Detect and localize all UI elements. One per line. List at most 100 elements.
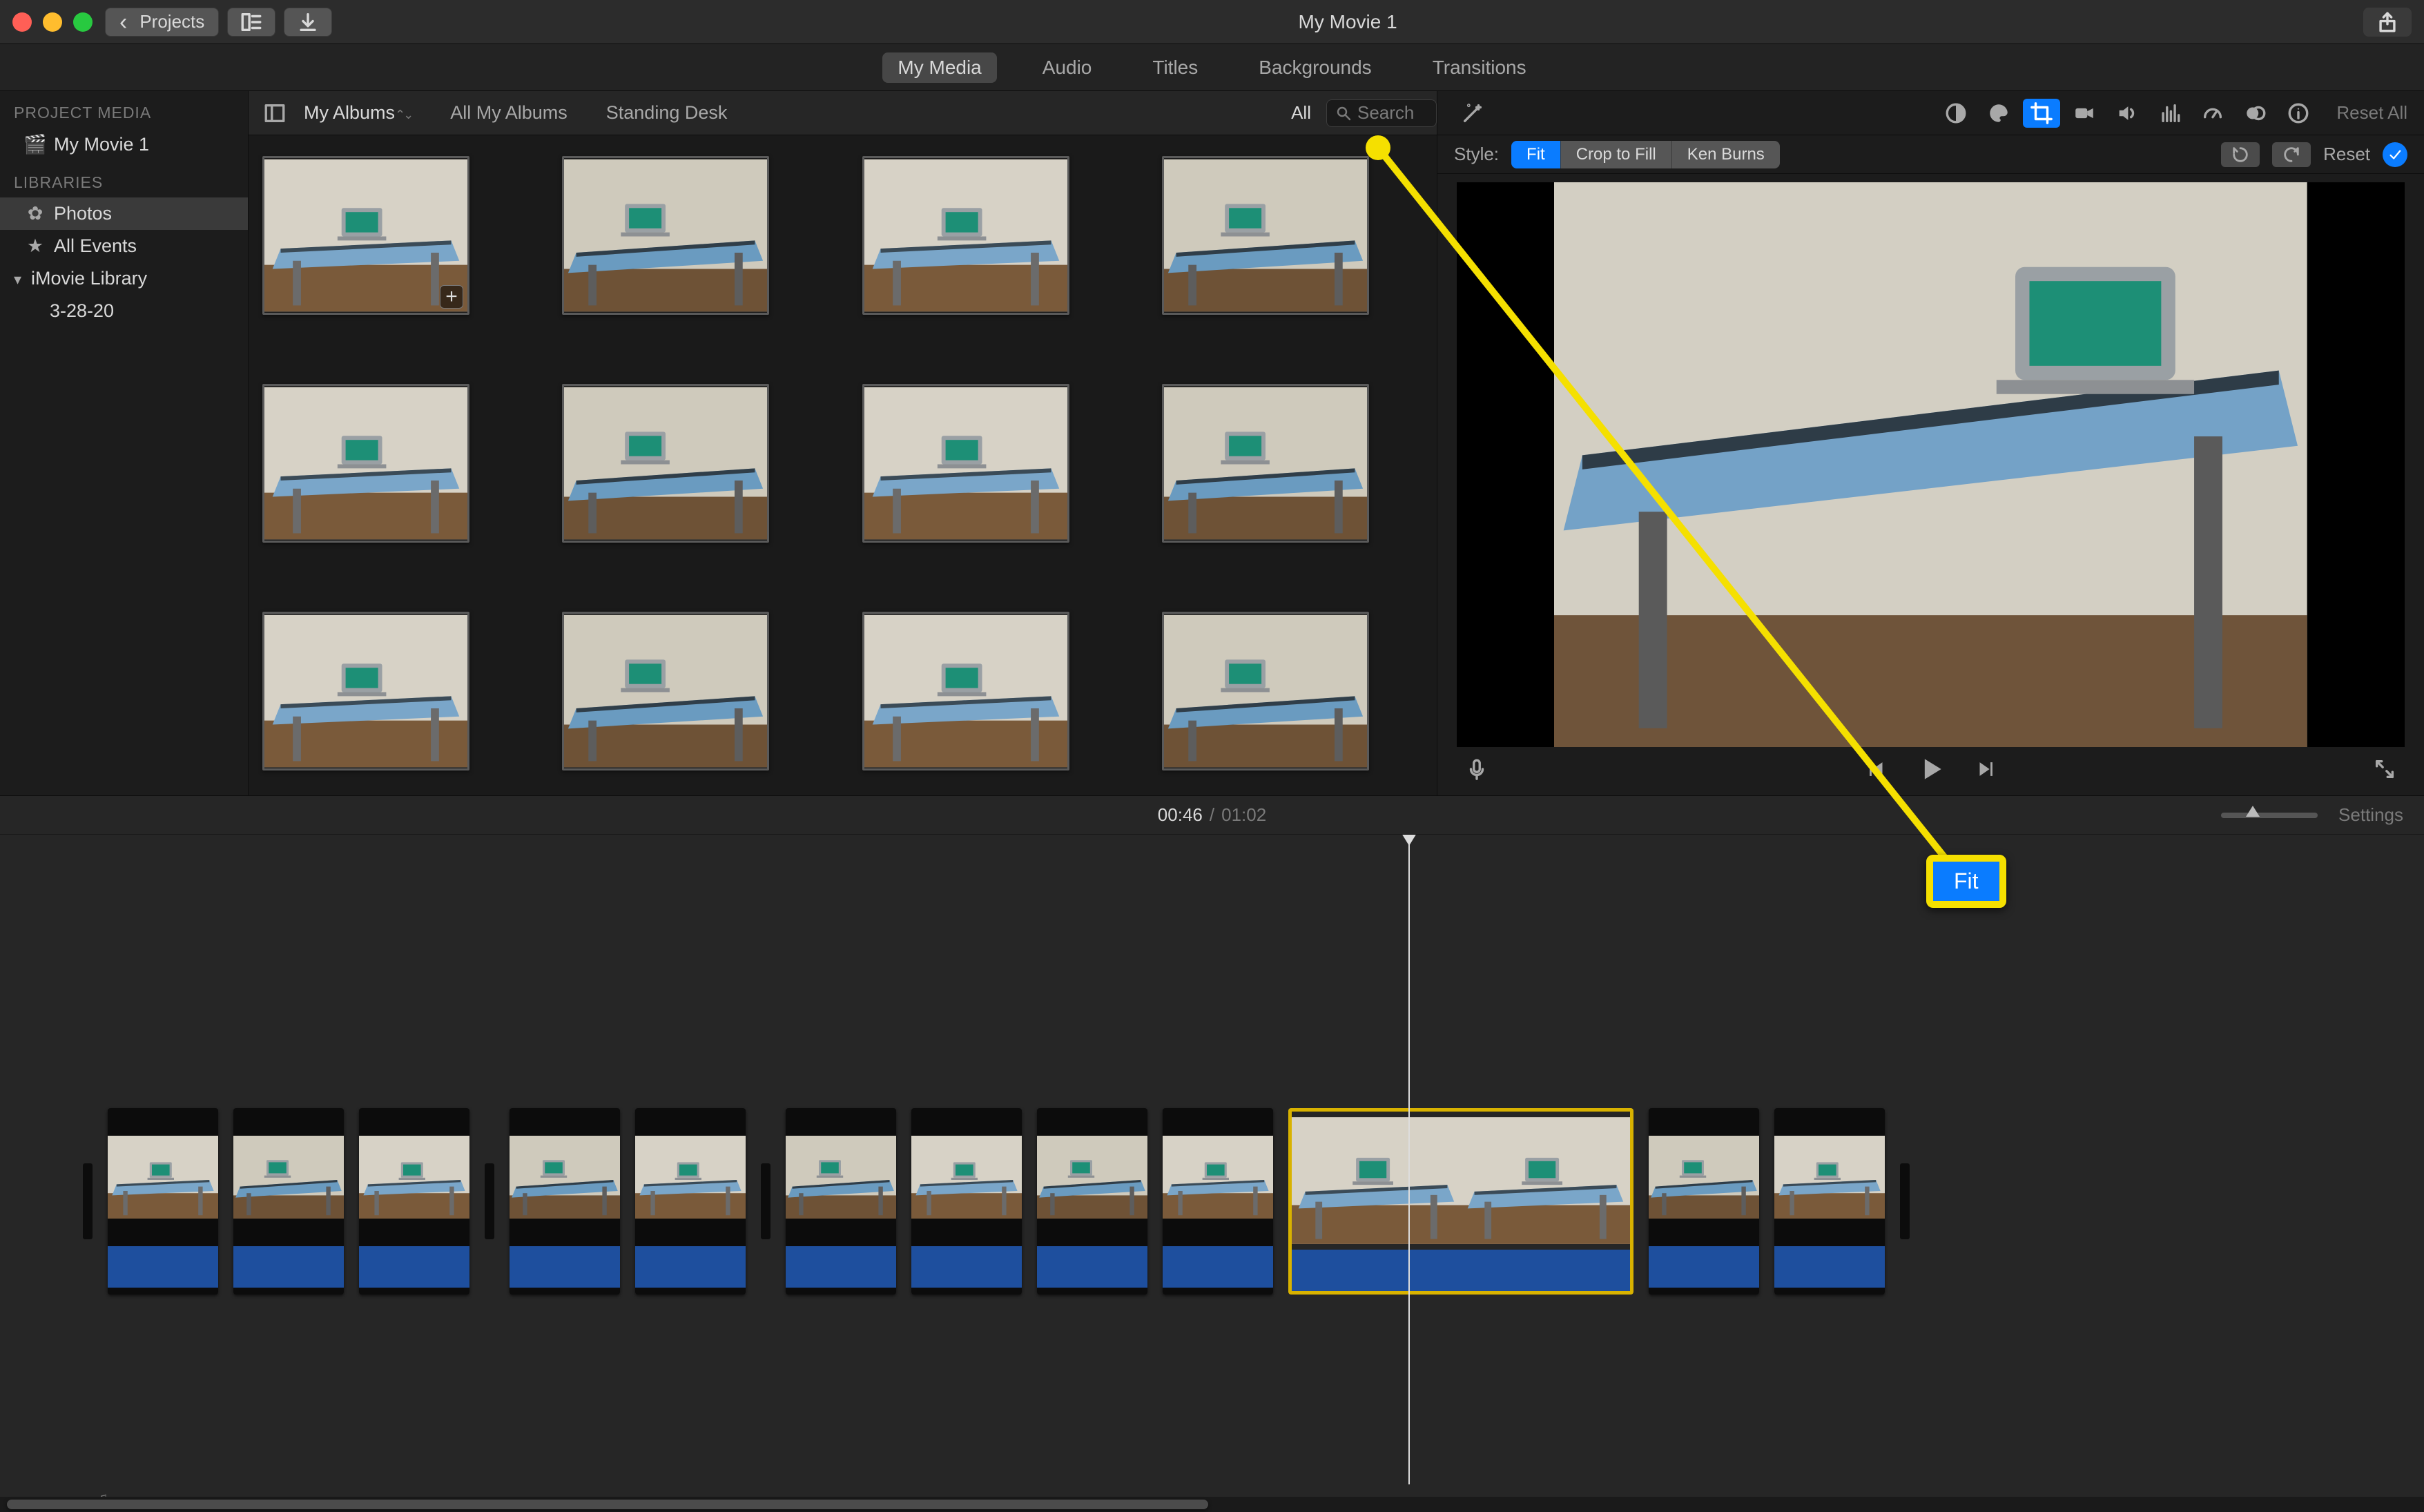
style-fit-button[interactable]: Fit <box>1511 141 1561 168</box>
timeline-clip[interactable] <box>1163 1108 1273 1295</box>
timeline-clip-selected[interactable] <box>1288 1108 1633 1295</box>
timeline-clip[interactable] <box>108 1108 218 1295</box>
speed-button[interactable] <box>2194 99 2231 128</box>
back-to-projects-button[interactable]: Projects <box>105 8 219 37</box>
timeline-track[interactable] <box>0 835 2424 1484</box>
next-frame-button[interactable] <box>1974 757 1997 786</box>
browser-breadcrumb-bar: My Albums All My Albums Standing Desk Al… <box>249 91 1437 135</box>
color-balance-button[interactable] <box>1937 99 1975 128</box>
timeline-clip[interactable] <box>786 1108 896 1295</box>
fullscreen-button[interactable] <box>2373 757 2396 786</box>
media-thumbnail[interactable] <box>562 156 769 315</box>
crop-button[interactable] <box>2023 99 2060 128</box>
close-window-icon[interactable] <box>12 12 32 32</box>
rotate-cw-button[interactable] <box>2272 142 2311 167</box>
media-thumbnail[interactable] <box>262 612 469 770</box>
timeline-clip[interactable] <box>911 1108 1022 1295</box>
search-placeholder: Search <box>1357 102 1414 124</box>
timeline-clip[interactable] <box>359 1108 469 1295</box>
titlebar: Projects My Movie 1 <box>0 0 2424 44</box>
toggle-sidebar-button[interactable] <box>258 97 291 130</box>
crop-apply-button[interactable] <box>2383 142 2407 167</box>
timeline-settings-area: Settings <box>2221 804 2403 826</box>
sidebar-event[interactable]: 3-28-20 <box>0 295 248 327</box>
crop-icon <box>2030 101 2053 125</box>
share-button[interactable] <box>2363 8 2412 37</box>
timeline-clip[interactable] <box>1774 1108 1885 1295</box>
media-thumbnail[interactable] <box>862 384 1069 543</box>
timeline-clip[interactable] <box>635 1108 746 1295</box>
crop-reset-button[interactable]: Reset <box>2323 144 2370 165</box>
tab-audio[interactable]: Audio <box>1027 52 1107 83</box>
sidebar-photos[interactable]: ✿ Photos <box>0 197 248 230</box>
volume-button[interactable] <box>2108 99 2146 128</box>
disclosure-triangle-icon[interactable] <box>14 268 23 289</box>
timeline-settings-button[interactable]: Settings <box>2338 804 2403 826</box>
sidebar-all-events[interactable]: ★ All Events <box>0 230 248 262</box>
stabilization-button[interactable] <box>2066 99 2103 128</box>
sidebar-imovie-library-label: iMovie Library <box>31 268 147 289</box>
fullscreen-window-icon[interactable] <box>73 12 93 32</box>
timeline-clip[interactable] <box>233 1108 344 1295</box>
style-crop-button[interactable]: Crop to Fill <box>1561 141 1672 168</box>
timeline-clip[interactable] <box>510 1108 620 1295</box>
browser-filter[interactable]: All <box>1291 102 1326 124</box>
search-input[interactable]: Search <box>1326 99 1437 127</box>
color-correction-button[interactable] <box>1980 99 2017 128</box>
enhance-button[interactable] <box>1454 99 1491 128</box>
viewer-canvas[interactable] <box>1457 182 2405 747</box>
tab-transitions[interactable]: Transitions <box>1417 52 1542 83</box>
prev-frame-button[interactable] <box>1865 757 1888 786</box>
breadcrumb-level-3[interactable]: Standing Desk <box>587 91 747 135</box>
breadcrumb-root[interactable]: My Albums <box>291 91 431 135</box>
play-button[interactable] <box>1916 754 1946 789</box>
tab-titles[interactable]: Titles <box>1137 52 1213 83</box>
library-list-view-toggle[interactable] <box>227 8 275 37</box>
sidebar-imovie-library[interactable]: iMovie Library <box>0 262 248 295</box>
style-kenburns-button[interactable]: Ken Burns <box>1672 141 1780 168</box>
timeline-clip[interactable] <box>1037 1108 1147 1295</box>
timeline-horizontal-scrollbar[interactable] <box>0 1497 2424 1512</box>
media-thumbnail[interactable] <box>262 384 469 543</box>
clip-edge-handle[interactable] <box>485 1163 494 1239</box>
media-thumbnail[interactable] <box>862 156 1069 315</box>
search-icon <box>1335 105 1352 122</box>
tab-my-media[interactable]: My Media <box>882 52 996 83</box>
annotation-fit-label: Fit <box>1926 855 2006 908</box>
import-media-button[interactable] <box>284 8 332 37</box>
timeline-clip[interactable] <box>1649 1108 1759 1295</box>
viewer-panel: Reset All Style: Fit Crop to Fill Ken Bu… <box>1437 91 2424 795</box>
clip-edge-handle[interactable] <box>1900 1163 1910 1239</box>
media-thumbnail[interactable] <box>1162 384 1369 543</box>
tab-backgrounds[interactable]: Backgrounds <box>1243 52 1386 83</box>
crop-style-bar: Style: Fit Crop to Fill Ken Burns Reset <box>1437 135 2424 174</box>
media-thumbnail[interactable] <box>562 612 769 770</box>
media-thumbnail[interactable] <box>1162 156 1369 315</box>
timeline-time-display: 00:46 / 01:02 <box>0 796 2424 835</box>
timeline-playhead[interactable] <box>1408 835 1410 1484</box>
record-voiceover-button[interactable] <box>1465 757 1489 786</box>
breadcrumb-3-label: Standing Desk <box>606 102 728 124</box>
breadcrumb-level-2[interactable]: All My Albums <box>431 91 587 135</box>
media-thumbnail[interactable] <box>562 384 769 543</box>
minimize-window-icon[interactable] <box>43 12 62 32</box>
clip-edge-handle[interactable] <box>83 1163 93 1239</box>
media-thumbnail[interactable] <box>862 612 1069 770</box>
clip-filter-button[interactable] <box>2237 99 2274 128</box>
rotate-ccw-button[interactable] <box>2221 142 2260 167</box>
info-button[interactable] <box>2280 99 2317 128</box>
timeline-zoom-slider[interactable] <box>2221 813 2318 818</box>
color-balance-icon <box>1944 101 1968 125</box>
clip-edge-handle[interactable] <box>761 1163 770 1239</box>
checkmark-icon <box>2387 147 2403 162</box>
sidebar-project[interactable]: 🎬 My Movie 1 <box>0 128 248 161</box>
media-thumbnail[interactable]: + <box>262 156 469 315</box>
noise-reduction-button[interactable] <box>2151 99 2189 128</box>
scrollbar-thumb[interactable] <box>7 1500 1208 1509</box>
breadcrumb-menu-icon <box>395 102 411 124</box>
viewer-playbar <box>1437 747 2424 795</box>
media-thumbnail[interactable] <box>1162 612 1369 770</box>
reset-all-button[interactable]: Reset All <box>2323 102 2407 124</box>
media-tabs: My Media Audio Titles Backgrounds Transi… <box>0 44 2424 91</box>
add-to-timeline-button[interactable]: + <box>440 285 463 309</box>
